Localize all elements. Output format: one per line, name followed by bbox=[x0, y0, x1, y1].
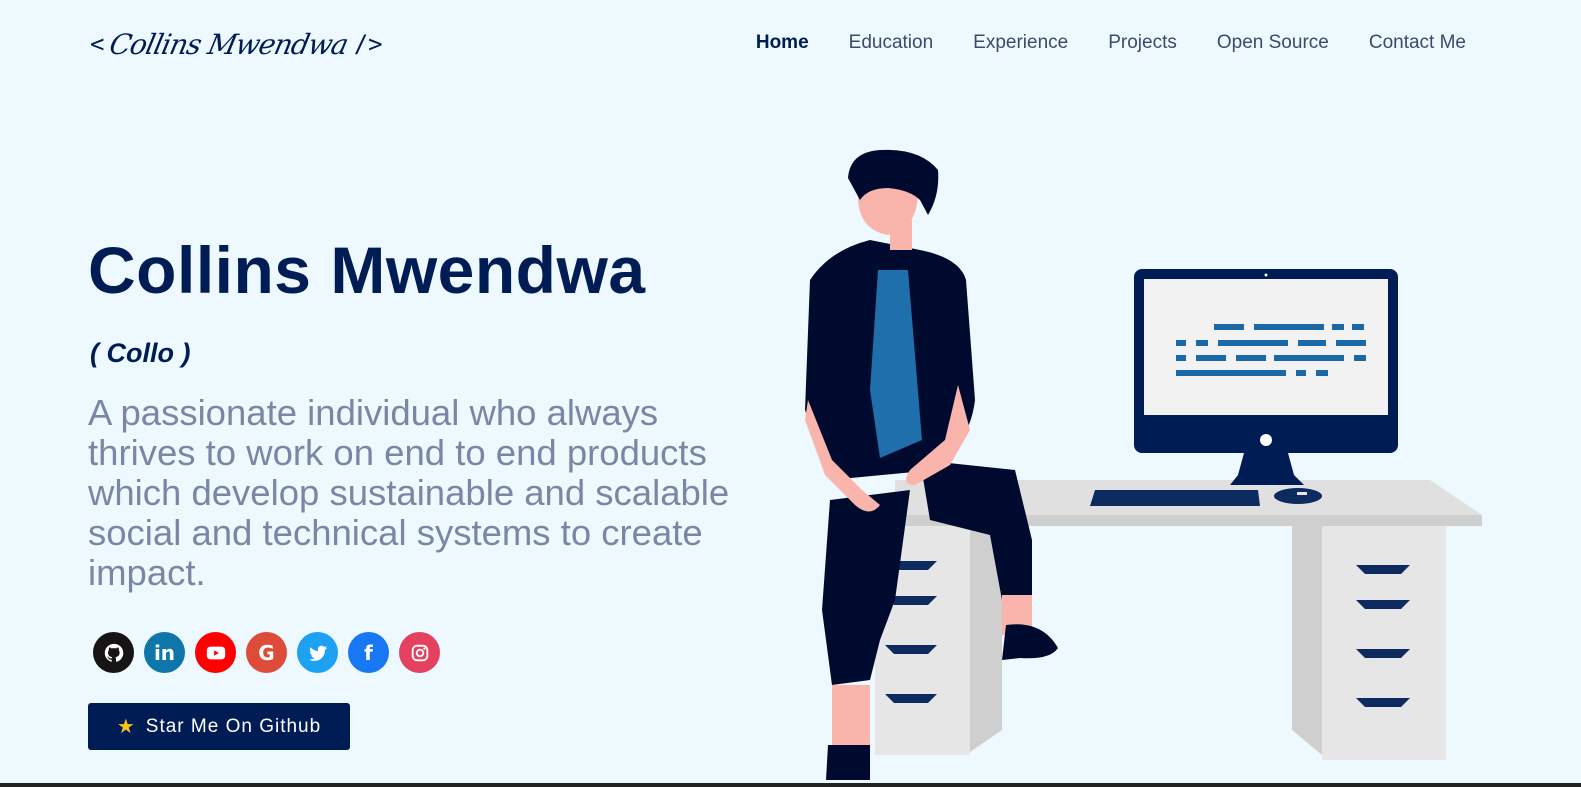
person-shoe-front bbox=[1002, 624, 1058, 660]
nav-open-source[interactable]: Open Source bbox=[1217, 32, 1329, 54]
bottom-divider bbox=[0, 783, 1581, 787]
star-button-label: Star Me On Github bbox=[145, 715, 322, 737]
nav-home[interactable]: Home bbox=[756, 32, 809, 54]
logo[interactable]: < Collins Mwendwa /> bbox=[90, 22, 383, 66]
hero-nickname: ( Collo ) bbox=[90, 338, 191, 368]
instagram-icon[interactable] bbox=[399, 632, 440, 673]
nav-education[interactable]: Education bbox=[849, 32, 934, 54]
social-links: in G f bbox=[93, 632, 440, 673]
github-icon[interactable] bbox=[93, 632, 134, 673]
logo-signature: Collins Mwendwa bbox=[106, 27, 352, 61]
top-nav: Home Education Experience Projects Open … bbox=[756, 32, 1466, 54]
twitter-icon[interactable] bbox=[297, 632, 338, 673]
logo-open-bracket: < bbox=[90, 30, 105, 58]
nav-experience[interactable]: Experience bbox=[973, 32, 1068, 54]
facebook-icon[interactable]: f bbox=[348, 632, 389, 673]
hero-name: Collins Mwendwa bbox=[88, 233, 646, 307]
star-on-github-button[interactable]: ★ Star Me On Github bbox=[88, 703, 350, 750]
star-icon: ★ bbox=[116, 716, 136, 738]
nav-projects[interactable]: Projects bbox=[1108, 32, 1177, 54]
linkedin-icon[interactable]: in bbox=[144, 632, 185, 673]
nav-contact-me[interactable]: Contact Me bbox=[1369, 32, 1466, 54]
developer-illustration bbox=[805, 149, 1482, 780]
person-shoe-back bbox=[826, 745, 870, 780]
logo-close-bracket: /> bbox=[353, 30, 383, 58]
hero-tagline: A passionate individual who always thriv… bbox=[88, 392, 730, 593]
google-icon[interactable]: G bbox=[246, 632, 287, 673]
youtube-icon[interactable] bbox=[195, 632, 236, 673]
desk-right-drawers bbox=[1292, 526, 1322, 755]
mouse bbox=[1274, 488, 1322, 504]
keyboard bbox=[1090, 490, 1260, 506]
